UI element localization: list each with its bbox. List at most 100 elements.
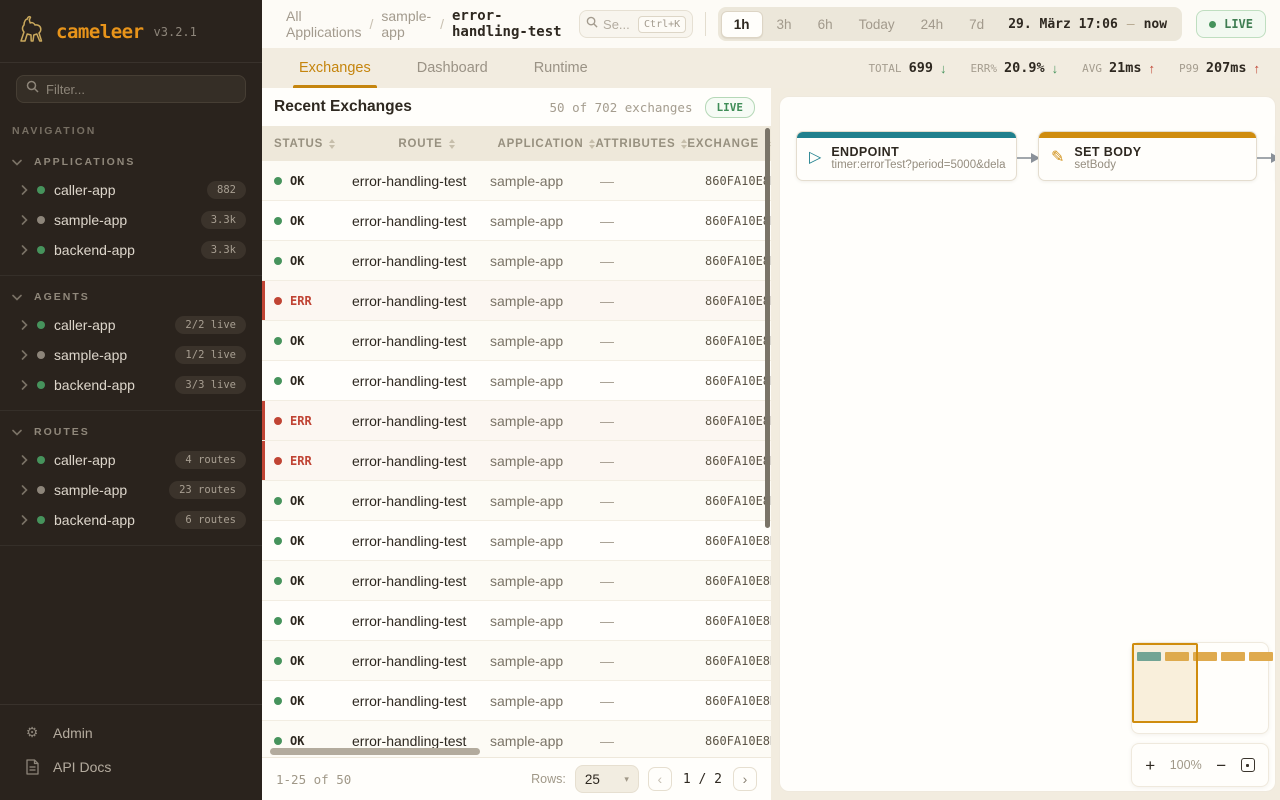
sidebar-filter[interactable]	[16, 75, 246, 103]
chevron-down-icon: ▾	[624, 774, 629, 785]
table-row[interactable]: OK error-handling-test sample-app — 860F…	[262, 201, 771, 241]
time-range-button[interactable]: 24h	[909, 12, 956, 37]
route-cell: error-handling-test	[352, 453, 490, 469]
topbar: All Applications / sample-app / error-ha…	[262, 0, 1280, 48]
status-dot	[274, 177, 282, 185]
vertical-scrollbar[interactable]	[765, 128, 770, 528]
zoom-out-button[interactable]: −	[1216, 757, 1226, 774]
table-row[interactable]: OK error-handling-test sample-app — 860F…	[262, 321, 771, 361]
time-range-button[interactable]: 6h	[806, 12, 845, 37]
attributes-cell: —	[600, 533, 705, 549]
rows-per-page-select[interactable]: 25 ▾	[575, 765, 639, 793]
chevron-right-icon[interactable]	[21, 185, 28, 195]
filter-input[interactable]	[46, 82, 236, 97]
table-row[interactable]: ERR error-handling-test sample-app — 860…	[262, 401, 771, 441]
next-page-button[interactable]: ›	[733, 767, 757, 791]
flow-minimap[interactable]	[1131, 642, 1269, 734]
sidebar-item[interactable]: caller-app 2/2 live	[0, 310, 262, 340]
route-cell: error-handling-test	[352, 333, 490, 349]
tab[interactable]: Dashboard	[415, 48, 490, 88]
table-row[interactable]: OK error-handling-test sample-app — 860F…	[262, 601, 771, 641]
time-range-button[interactable]: 7d	[957, 12, 996, 37]
table-row[interactable]: OK error-handling-test sample-app — 860F…	[262, 361, 771, 401]
tab[interactable]: Runtime	[532, 48, 590, 88]
chevron-right-icon[interactable]	[21, 215, 28, 225]
sidebar-item[interactable]: sample-app 23 routes	[0, 475, 262, 505]
divider	[705, 12, 706, 36]
table-row[interactable]: OK error-handling-test sample-app — 860F…	[262, 161, 771, 201]
sidebar-item[interactable]: caller-app 4 routes	[0, 445, 262, 475]
column-header[interactable]: EXCHANGE	[687, 138, 771, 150]
live-toggle[interactable]: LIVE	[1196, 10, 1266, 38]
table-row[interactable]: OK error-handling-test sample-app — 860F…	[262, 561, 771, 601]
table-row[interactable]: OK error-handling-test sample-app — 860F…	[262, 241, 771, 281]
flow-canvas[interactable]: ▷ ENDPOINT timer:errorTest?period=5000&d…	[779, 96, 1276, 792]
table-row[interactable]: OK error-handling-test sample-app — 860F…	[262, 481, 771, 521]
time-range-button[interactable]: 1h	[721, 11, 763, 38]
sidebar-item[interactable]: sample-app 1/2 live	[0, 340, 262, 370]
exchanges-panel-header: Recent Exchanges 50 of 702 exchanges LIV…	[262, 88, 771, 126]
sidebar-item-admin[interactable]: ⚙ Admin	[0, 715, 262, 750]
column-header[interactable]: ATTRIBUTES	[595, 138, 687, 150]
fit-view-button[interactable]	[1241, 758, 1255, 772]
sidebar-item[interactable]: backend-app 6 routes	[0, 505, 262, 535]
table-row[interactable]: OK error-handling-test sample-app — 860F…	[262, 521, 771, 561]
table-row[interactable]: ERR error-handling-test sample-app — 860…	[262, 281, 771, 321]
chevron-right-icon[interactable]	[21, 380, 28, 390]
section-header-agents[interactable]: AGENTS	[0, 282, 262, 310]
zoom-in-button[interactable]: +	[1145, 757, 1155, 774]
minimap-viewport[interactable]	[1132, 643, 1198, 723]
sidebar-item[interactable]: backend-app 3/3 live	[0, 370, 262, 400]
prev-page-button[interactable]: ‹	[648, 767, 672, 791]
chevron-right-icon[interactable]	[21, 515, 28, 525]
time-range-button[interactable]: 3h	[765, 12, 804, 37]
time-range-button[interactable]: Today	[847, 12, 907, 37]
flow-node-endpoint[interactable]: ▷ ENDPOINT timer:errorTest?period=5000&d…	[796, 131, 1017, 181]
attributes-cell: —	[600, 733, 705, 749]
breadcrumb-sample-app[interactable]: sample-app	[381, 8, 432, 40]
sidebar-item-label: backend-app	[54, 242, 135, 258]
sidebar-item[interactable]: backend-app 3.3k	[0, 235, 262, 265]
status-dot	[274, 417, 282, 425]
flow-node-set-body[interactable]: ✎ SET BODY setBody	[1038, 131, 1257, 181]
chevron-right-icon[interactable]	[21, 485, 28, 495]
attributes-cell: —	[600, 453, 705, 469]
breadcrumb-all-applications[interactable]: All Applications	[286, 8, 361, 40]
status-label: OK	[290, 174, 304, 188]
trend-arrow-icon: ↑	[1148, 61, 1155, 76]
section-header-applications[interactable]: APPLICATIONS	[0, 147, 262, 175]
sidebar-item-api-docs[interactable]: API Docs	[0, 750, 262, 784]
column-header[interactable]: APPLICATION	[498, 138, 596, 150]
trend-arrow-icon: ↓	[940, 61, 947, 76]
table-row[interactable]: ERR error-handling-test sample-app — 860…	[262, 441, 771, 481]
sidebar-item[interactable]: sample-app 3.3k	[0, 205, 262, 235]
status-label: OK	[290, 214, 304, 228]
chevron-right-icon[interactable]	[21, 455, 28, 465]
column-header[interactable]: STATUS	[274, 138, 398, 150]
column-label: EXCHANGE	[687, 138, 759, 150]
node-subtitle: timer:errorTest?period=5000&dela	[831, 159, 1005, 171]
status-label: OK	[290, 374, 304, 388]
date-range-display[interactable]: 29. März 17:06 — now	[996, 17, 1179, 32]
status-dot	[37, 486, 45, 494]
sidebar-item-label: caller-app	[54, 452, 115, 468]
app-logo[interactable]: cameleer v3.2.1	[0, 0, 262, 63]
chevron-right-icon[interactable]	[21, 245, 28, 255]
tab[interactable]: Exchanges	[297, 48, 373, 88]
sidebar-item-label: backend-app	[54, 377, 135, 393]
table-row[interactable]: OK error-handling-test sample-app — 860F…	[262, 681, 771, 721]
page-indicator: 1 / 2	[683, 772, 722, 787]
date-from: 29. März 17:06	[1008, 17, 1118, 32]
table-row[interactable]: OK error-handling-test sample-app — 860F…	[262, 641, 771, 681]
chevron-right-icon[interactable]	[21, 350, 28, 360]
exchange-id-cell: 860FA10E8D	[705, 294, 771, 308]
sidebar-item[interactable]: caller-app 882	[0, 175, 262, 205]
column-header[interactable]: ROUTE	[398, 138, 497, 150]
search-input[interactable]	[603, 17, 633, 32]
application-cell: sample-app	[490, 693, 600, 709]
horizontal-scrollbar[interactable]	[270, 748, 480, 755]
pagination-range: 1-25 of 50	[276, 772, 351, 787]
global-search[interactable]: Ctrl+K	[579, 10, 693, 38]
chevron-right-icon[interactable]	[21, 320, 28, 330]
section-header-routes[interactable]: ROUTES	[0, 417, 262, 445]
